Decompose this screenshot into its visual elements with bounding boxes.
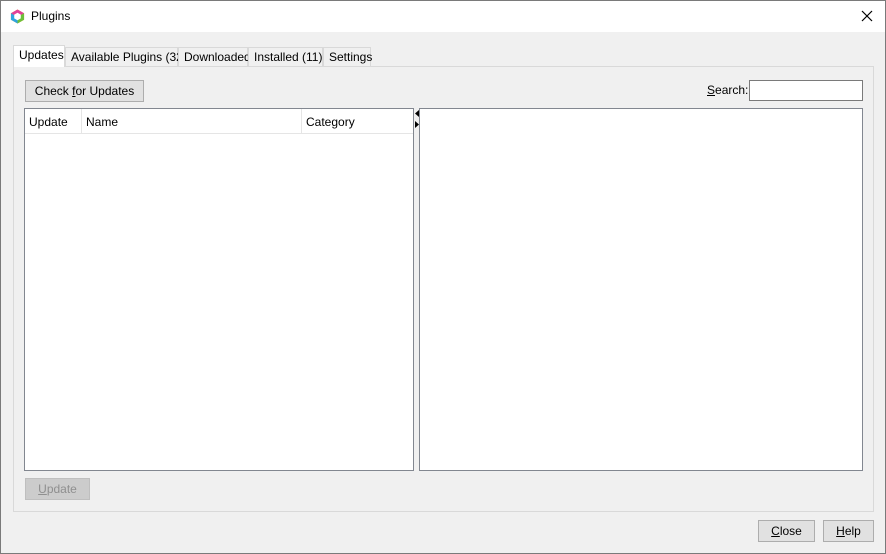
plugin-details-pane [419, 108, 863, 471]
table-header: Update Name Category [25, 109, 413, 134]
tab-available-plugins[interactable]: Available Plugins (32) [65, 47, 187, 66]
tab-installed[interactable]: Installed (11) [248, 47, 323, 66]
tab-label: Updates [19, 48, 64, 62]
tab-label: Available Plugins (32) [71, 50, 187, 64]
help-button[interactable]: Help [823, 520, 874, 542]
tab-label: Downloaded [184, 50, 251, 64]
plugins-dialog: Plugins Updates Available Plugins (32) D… [0, 0, 886, 554]
button-label-part: elp [844, 524, 861, 538]
button-mnemonic: C [771, 524, 780, 538]
close-button[interactable]: Close [758, 520, 815, 542]
updates-table[interactable]: Update Name Category [24, 108, 414, 471]
close-icon [861, 10, 873, 22]
tab-label: Settings [329, 50, 373, 64]
window-close-button[interactable] [855, 5, 879, 27]
search-input[interactable] [749, 80, 863, 101]
button-label-part: pdate [46, 482, 77, 496]
tab-downloaded[interactable]: Downloaded [178, 47, 251, 66]
check-for-updates-button[interactable]: Check f or Updates [25, 80, 144, 102]
button-label-part: lose [779, 524, 802, 538]
tab-label: Installed (11) [254, 50, 323, 64]
button-label-part: or Updates [75, 84, 135, 98]
button-label-part: Check [34, 84, 73, 98]
app-hex-icon [10, 9, 25, 24]
column-header-update[interactable]: Update [25, 109, 82, 133]
updates-panel: Check f or Updates Search: Update Name Ca… [13, 66, 874, 512]
button-mnemonic: U [38, 482, 47, 496]
search-label: Search: [707, 83, 749, 97]
window-title: Plugins [31, 9, 71, 23]
tab-updates[interactable]: Updates [13, 45, 65, 67]
title-bar: Plugins [1, 1, 885, 32]
button-mnemonic: H [836, 524, 845, 538]
tab-settings[interactable]: Settings [323, 47, 373, 66]
update-button[interactable]: Update [25, 478, 90, 500]
column-header-category[interactable]: Category [302, 109, 413, 133]
column-header-name[interactable]: Name [82, 109, 302, 133]
